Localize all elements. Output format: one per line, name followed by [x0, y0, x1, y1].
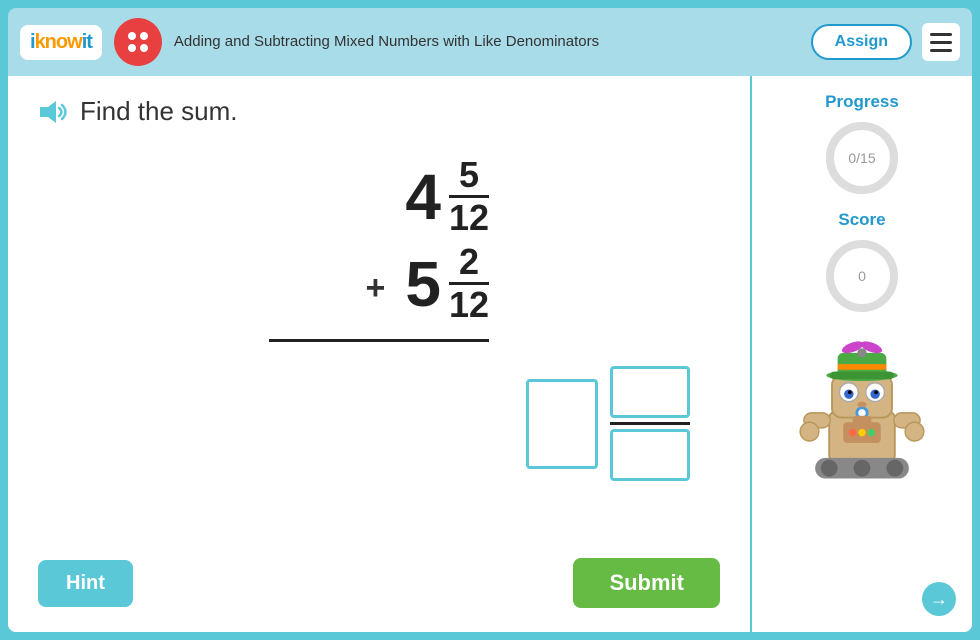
hamburger-line-3 — [930, 49, 952, 52]
operator: + — [366, 269, 386, 308]
number1-whole: 4 — [405, 165, 441, 229]
hamburger-line-1 — [930, 33, 952, 36]
header: iknowit Adding and Subtracting Mixed Num… — [8, 8, 972, 76]
math-area: 4 5 12 + 5 — [38, 147, 720, 546]
main-area: Find the sum. 4 5 12 — [8, 76, 972, 632]
activity-icon — [114, 18, 162, 66]
question-header: Find the sum. — [38, 96, 720, 127]
problem-container: 4 5 12 + 5 — [269, 157, 489, 350]
answer-fraction-bar — [610, 422, 690, 425]
first-mixed-number: 4 5 12 — [405, 157, 489, 236]
answer-denominator-input[interactable] — [610, 429, 690, 481]
arrow-right-icon: → — [930, 589, 948, 610]
progress-label: Progress — [825, 92, 899, 112]
logo-text: iknowit — [30, 31, 92, 54]
problem-divider — [269, 339, 489, 342]
next-button[interactable]: → — [922, 582, 956, 616]
hint-button[interactable]: Hint — [38, 560, 133, 607]
number1-fraction: 5 12 — [449, 157, 489, 236]
number1-numerator: 5 — [459, 157, 479, 193]
activity-title: Adding and Subtracting Mixed Numbers wit… — [174, 32, 799, 52]
question-text: Find the sum. — [80, 96, 238, 127]
left-panel: Find the sum. 4 5 12 — [8, 76, 752, 632]
progress-circle: 0/15 — [822, 118, 902, 198]
assign-button[interactable]: Assign — [811, 24, 912, 60]
first-number-row: 4 5 12 — [355, 157, 489, 236]
score-circle: 0 — [822, 236, 902, 316]
second-number-row: + 5 2 12 — [366, 244, 490, 323]
hamburger-line-2 — [930, 41, 952, 44]
score-value: 0 — [858, 268, 866, 284]
menu-button[interactable] — [922, 23, 960, 61]
number2-numerator: 2 — [459, 244, 479, 280]
number2-denominator: 12 — [449, 287, 489, 323]
progress-section: Progress 0/15 — [822, 92, 902, 198]
number2-fraction: 2 12 — [449, 244, 489, 323]
header-actions: Assign — [811, 23, 960, 61]
sound-button[interactable] — [38, 100, 70, 124]
robot-illustration — [792, 336, 932, 486]
answer-area — [526, 366, 690, 481]
score-label: Score — [838, 210, 885, 230]
answer-fraction-area — [610, 366, 690, 481]
second-mixed-number: 5 2 12 — [405, 244, 489, 323]
progress-value: 0/15 — [848, 150, 875, 166]
submit-button[interactable]: Submit — [573, 558, 720, 608]
number1-denominator: 12 — [449, 200, 489, 236]
bottom-bar: Hint Submit — [38, 546, 720, 612]
logo: iknowit — [20, 25, 102, 60]
answer-numerator-input[interactable] — [610, 366, 690, 418]
right-panel: Progress 0/15 Score 0 — [752, 76, 972, 632]
answer-whole-input[interactable] — [526, 379, 598, 469]
number2-whole: 5 — [405, 252, 441, 316]
score-section: Score 0 — [822, 210, 902, 316]
